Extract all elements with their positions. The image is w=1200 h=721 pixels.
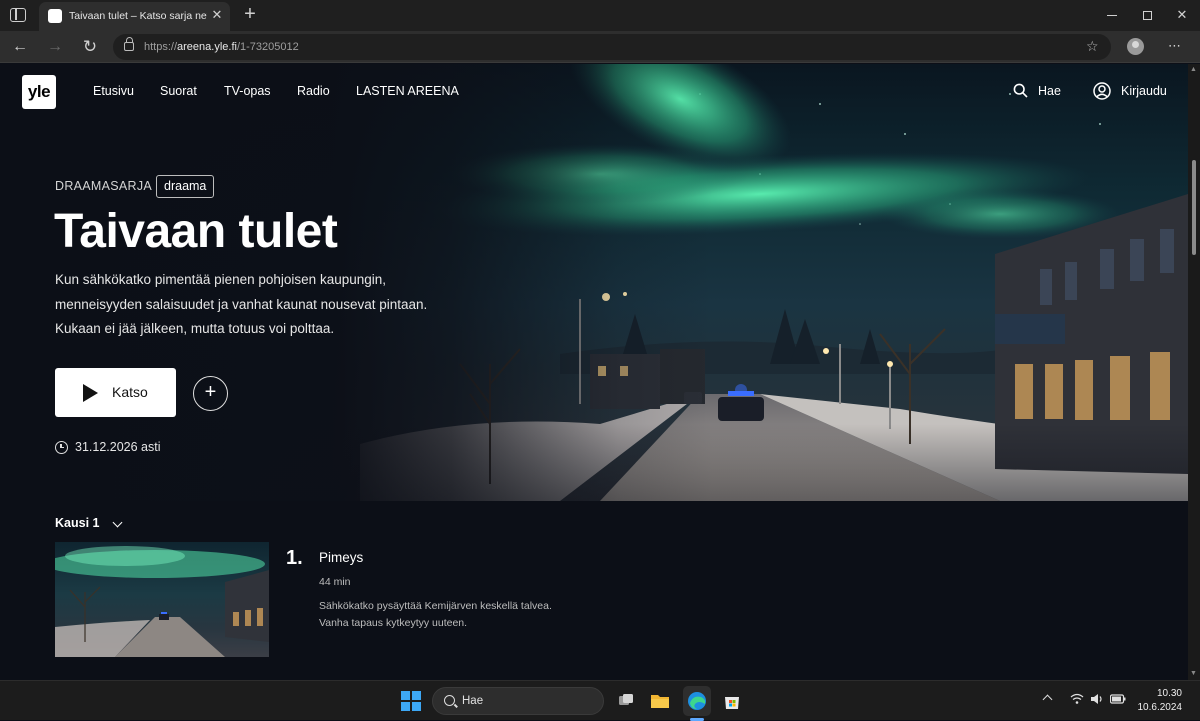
- clock-date[interactable]: 10.6.2024: [1130, 702, 1183, 713]
- nav-link-radio[interactable]: Radio: [297, 84, 330, 98]
- windows-taskbar: Hae 10.30 10.6.2024: [0, 680, 1200, 721]
- chevron-down-icon[interactable]: [112, 517, 123, 528]
- maximize-button[interactable]: [1137, 6, 1157, 24]
- new-tab-button[interactable]: +: [240, 4, 260, 24]
- login-button[interactable]: Kirjaudu: [1121, 84, 1167, 98]
- lock-icon[interactable]: [124, 37, 134, 51]
- episode-thumbnail[interactable]: [55, 542, 269, 657]
- page-scrollbar[interactable]: ▲ ▼: [1188, 64, 1200, 680]
- scroll-thumb[interactable]: [1192, 160, 1196, 255]
- edge-browser-icon[interactable]: [683, 686, 711, 716]
- tab-close-icon[interactable]: ✕: [210, 8, 224, 22]
- tray-overflow-icon[interactable]: [1042, 694, 1053, 705]
- file-explorer-icon[interactable]: [648, 689, 672, 713]
- profile-avatar-icon[interactable]: [1127, 38, 1144, 55]
- yle-favicon-icon: [48, 9, 62, 23]
- watch-label: Katso: [112, 384, 148, 400]
- task-view-icon[interactable]: [614, 689, 638, 713]
- scroll-down-icon[interactable]: ▼: [1190, 670, 1197, 677]
- url-path: /1-73205012: [236, 41, 299, 53]
- page-content: yle Etusivu Suorat TV-opas Radio LASTEN …: [0, 64, 1188, 680]
- browser-toolbar: ← → ↻ https://areena.yle.fi/1-73205012 ☆…: [0, 31, 1200, 63]
- volume-icon[interactable]: [1090, 693, 1104, 705]
- clock-time[interactable]: 10.30: [1154, 688, 1182, 699]
- watch-button[interactable]: Katso: [55, 368, 176, 417]
- close-window-button[interactable]: ✕: [1172, 6, 1192, 24]
- episode-description-line: Vanha tapaus kytkeytyy uuteen.: [319, 617, 468, 629]
- nav-link-tv-opas[interactable]: TV-opas: [224, 84, 271, 98]
- url-text[interactable]: https://areena.yle.fi/1-73205012: [144, 41, 299, 53]
- nav-link-etusivu[interactable]: Etusivu: [93, 84, 134, 98]
- taskbar-search-box[interactable]: Hae: [432, 687, 604, 715]
- search-icon: [444, 695, 455, 706]
- url-host: areena.yle.fi: [177, 41, 237, 53]
- reload-icon[interactable]: ↻: [80, 37, 100, 57]
- tab-title: Taivaan tulet – Katso sarja netissä: [69, 10, 207, 22]
- add-to-list-button[interactable]: +: [193, 376, 228, 411]
- browser-tab[interactable]: Taivaan tulet – Katso sarja netissä ✕: [39, 2, 230, 31]
- yle-logo[interactable]: yle: [22, 75, 56, 109]
- address-bar[interactable]: https://areena.yle.fi/1-73205012 ☆: [113, 34, 1111, 60]
- battery-icon[interactable]: [1110, 693, 1126, 705]
- browser-tab-bar: Taivaan tulet – Katso sarja netissä ✕ + …: [0, 0, 1200, 31]
- sidebar-toggle-icon[interactable]: [10, 8, 26, 22]
- nav-link-lasten-areena[interactable]: LASTEN AREENA: [356, 84, 459, 98]
- page-title: Taivaan tulet: [54, 205, 338, 258]
- scroll-up-icon[interactable]: ▲: [1190, 66, 1197, 73]
- more-menu-icon[interactable]: ⋯: [1168, 38, 1181, 54]
- clock-icon: [55, 441, 68, 454]
- series-description: Kun sähkökatko pimentää pienen pohjoisen…: [55, 268, 475, 342]
- episode-number: 1.: [286, 547, 303, 569]
- play-icon: [83, 384, 98, 402]
- minimize-button[interactable]: [1102, 6, 1122, 24]
- description-line: menneisyyden salaisuudet ja vanhat kauna…: [55, 296, 428, 312]
- series-category: DRAAMASARJA: [55, 179, 153, 193]
- episode-duration: 44 min: [319, 576, 351, 588]
- availability-text: 31.12.2026 asti: [75, 440, 161, 454]
- nav-link-suorat[interactable]: Suorat: [160, 84, 197, 98]
- episode-description: Sähkökatko pysäyttää Kemijärven keskellä…: [319, 598, 599, 632]
- season-selector[interactable]: Kausi 1: [55, 516, 99, 530]
- episode-description-line: Sähkökatko pysäyttää Kemijärven keskellä…: [319, 600, 552, 612]
- wifi-icon[interactable]: [1070, 693, 1084, 705]
- description-line: Kukaan ei jää jälkeen, mutta totuus voi …: [55, 321, 335, 336]
- windows-start-icon[interactable]: [401, 691, 421, 711]
- site-header: yle Etusivu Suorat TV-opas Radio LASTEN …: [0, 64, 1188, 120]
- genre-badge[interactable]: draama: [156, 175, 215, 198]
- search-button[interactable]: Hae: [1038, 84, 1061, 98]
- hero-bottom-fade: [0, 424, 1188, 501]
- description-line: Kun sähkökatko pimentää pienen pohjoisen…: [55, 272, 386, 287]
- favorite-star-icon[interactable]: ☆: [1086, 38, 1099, 55]
- taskbar-search-label: Hae: [462, 695, 484, 707]
- back-arrow-icon[interactable]: ←: [10, 37, 30, 57]
- forward-arrow-icon[interactable]: →: [45, 37, 65, 57]
- microsoft-store-icon[interactable]: [720, 689, 744, 713]
- url-scheme: https://: [144, 41, 178, 53]
- episode-title[interactable]: Pimeys: [319, 550, 363, 565]
- user-icon[interactable]: [1093, 82, 1111, 100]
- search-icon[interactable]: [1013, 83, 1028, 98]
